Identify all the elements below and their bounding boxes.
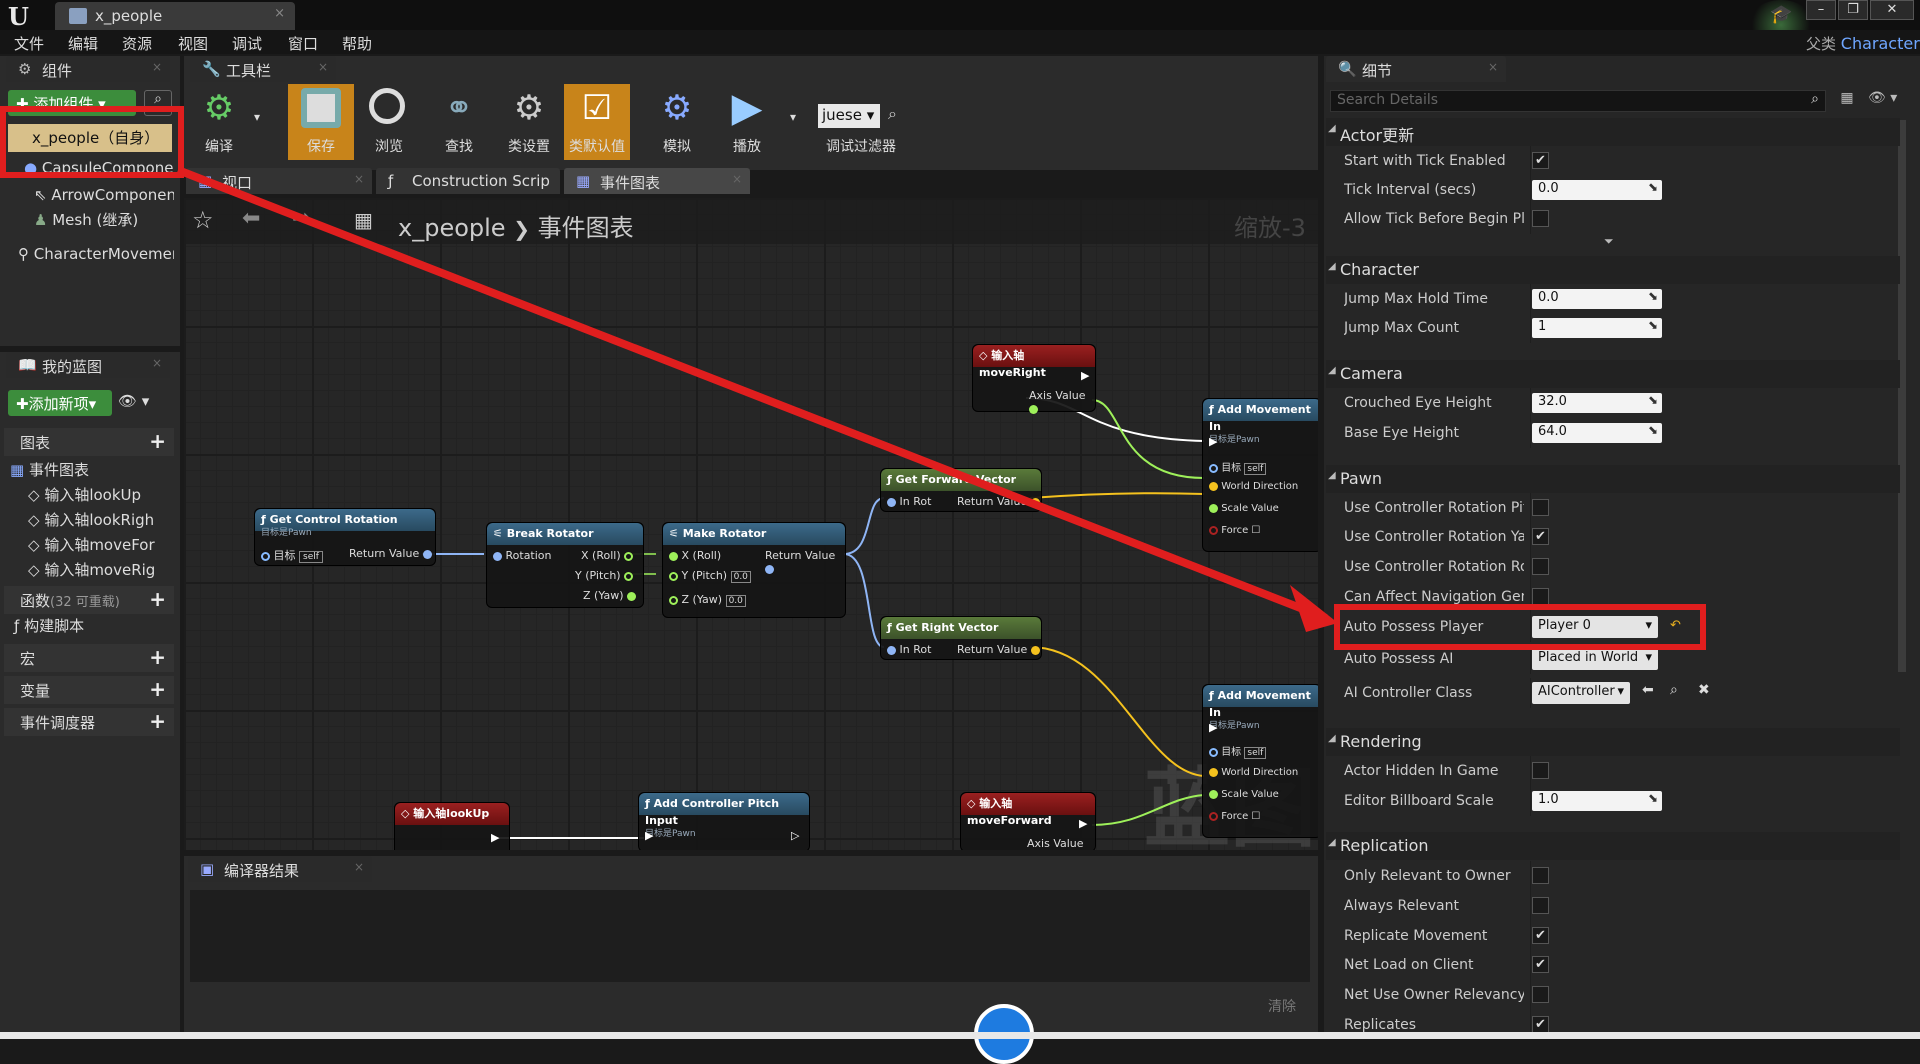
annotation-arrow bbox=[176, 166, 1338, 632]
